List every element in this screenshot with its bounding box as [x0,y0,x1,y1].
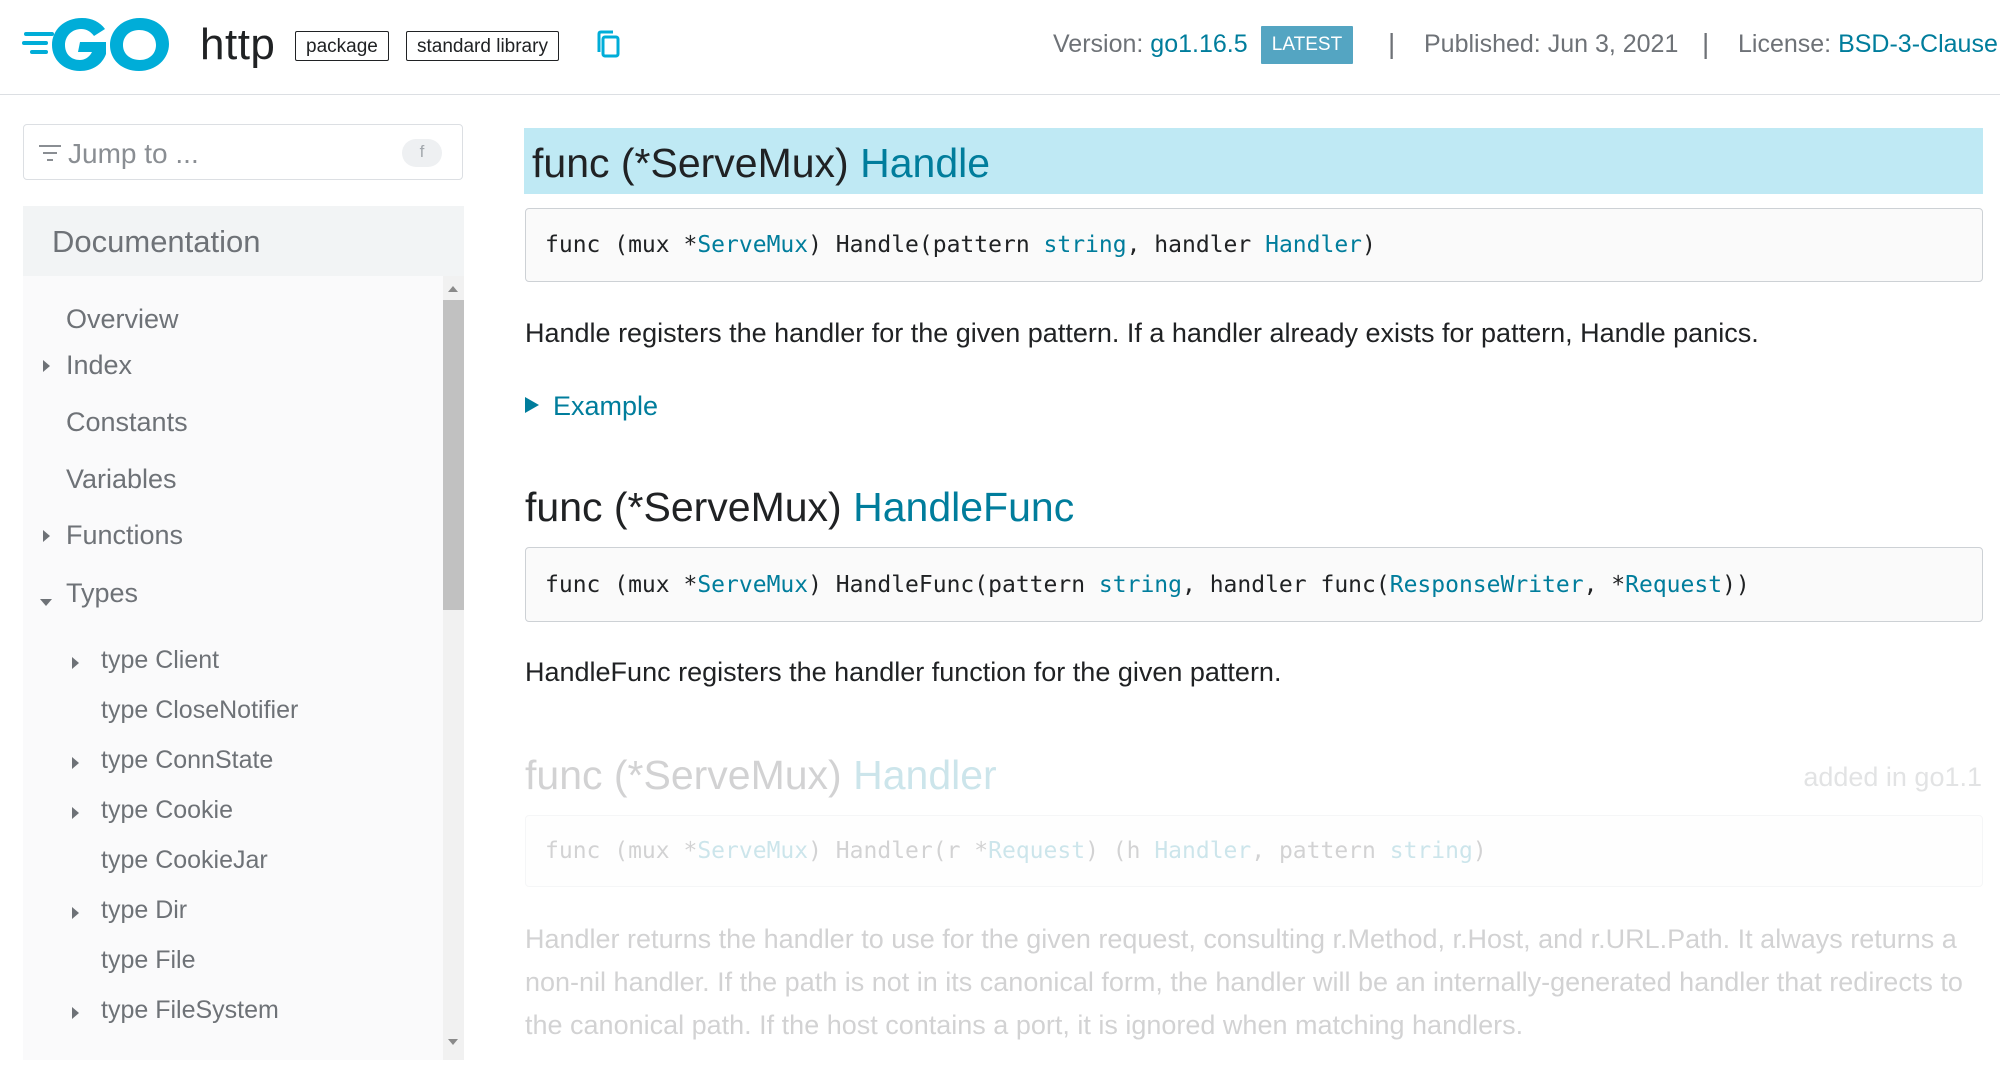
code-text: , * [1583,571,1626,598]
type-link-string[interactable]: string [1044,232,1127,258]
code-text: ) Handle(pattern [808,232,1044,258]
code-text: , pattern [1251,838,1390,864]
type-link-string[interactable]: string [1390,838,1473,864]
sidebar-item-type-client[interactable]: type Client [101,646,219,675]
type-link-handler[interactable]: Handler [1265,232,1362,258]
sidebar-nav: Overview Index Constants Variables Funct… [23,276,443,1060]
sidebar-item-overview[interactable]: Overview [66,304,179,335]
code-text: ) [1472,838,1487,864]
sidebar-item-functions[interactable]: Functions [66,520,183,551]
code-signature-handler: func (mux * ServeMux) Handler(r * Request)… [525,815,1983,887]
jump-to-input[interactable]: Jump to ... f [23,124,463,180]
sidebar-item-type-filesystem[interactable]: type FileSystem [101,996,279,1025]
jump-to-placeholder: Jump to ... [68,138,199,169]
code-text: ) [1362,232,1376,258]
type-link-request[interactable]: Request [988,838,1085,864]
package-chip: package [295,31,389,61]
heading-handler: func (*ServeMux) Handler [525,752,997,799]
heading-prefix: func (*ServeMux) [525,752,842,798]
heading-anchor-link[interactable]: HandleFunc [853,484,1074,530]
version-label: Version: [1053,30,1144,58]
code-text: func (mux * [545,838,698,864]
published-date: Published: Jun 3, 2021 [1424,30,1679,58]
documentation-title: Documentation [52,224,261,259]
standard-library-chip[interactable]: standard library [406,31,559,61]
type-link-servemux[interactable]: ServeMux [697,572,808,598]
separator: | [1388,28,1396,59]
sidebar-item-constants[interactable]: Constants [66,407,188,438]
triangle-right-icon [525,397,539,413]
code-text: func (mux * [545,232,698,258]
type-link-servemux[interactable]: ServeMux [697,232,808,258]
scroll-down-arrow-icon[interactable] [448,1039,458,1045]
heading-handlefunc: func (*ServeMux) HandleFunc [525,484,1074,531]
sidebar-scrollbar-thumb[interactable] [443,300,464,610]
code-text: ) Handler(r * [808,838,989,864]
code-text: )) [1722,571,1750,598]
chevron-right-icon[interactable] [43,530,50,542]
code-text: ) HandleFunc(pattern [808,571,1099,598]
heading-anchor-link[interactable]: Handle [860,140,990,186]
separator: | [1702,28,1710,59]
heading-prefix: func (*ServeMux) [525,484,842,530]
latest-badge: LATEST [1261,26,1353,64]
type-link-request[interactable]: Request [1625,572,1722,598]
example-label: Example [553,391,659,421]
code-text: func (mux * [545,571,698,598]
sidebar-item-type-cookiejar[interactable]: type CookieJar [101,846,268,875]
code-text: , handler func( [1182,571,1390,598]
copy-icon[interactable] [596,30,624,62]
added-in-version: added in go1.1 [1803,762,1982,792]
sidebar-item-type-connstate[interactable]: type ConnState [101,746,273,775]
description-handler: Handler returns the handler to use for t… [525,924,1963,1040]
version-info: Version: go1.16.5 [1053,30,1248,59]
heading-anchor-link[interactable]: Handler [853,752,997,798]
sidebar-item-type-file[interactable]: type File [101,946,195,975]
type-link-string[interactable]: string [1099,572,1182,598]
code-text: ) (h [1085,838,1155,864]
code-signature-handle: func (mux * ServeMux) Handle(pattern stri… [525,208,1983,282]
chevron-right-icon[interactable] [72,757,79,769]
package-name: http [200,20,276,69]
version-link[interactable]: go1.16.5 [1150,30,1247,58]
sidebar-item-type-dir[interactable]: type Dir [101,896,187,925]
license-link[interactable]: BSD-3-Clause [1838,30,1998,58]
sidebar-item-variables[interactable]: Variables [66,464,177,495]
code-text: , handler [1126,232,1266,258]
description-handle: Handle registers the handler for the giv… [525,318,1759,348]
example-toggle[interactable]: Example [525,391,658,422]
keyboard-shortcut-badge: f [402,139,442,167]
filter-icon [39,145,61,161]
chevron-right-icon[interactable] [43,360,50,372]
chevron-right-icon[interactable] [72,657,79,669]
sidebar-item-types[interactable]: Types [66,578,138,609]
type-link-handler[interactable]: Handler [1154,838,1251,864]
go-logo-icon[interactable] [22,14,174,74]
sidebar-item-index[interactable]: Index [66,350,132,381]
license-label: License: [1738,30,1832,58]
page-header: http package standard library Version: g… [0,0,2000,95]
chevron-right-icon[interactable] [72,1007,79,1019]
documentation-heading[interactable]: Documentation [23,206,464,276]
heading-handle: func (*ServeMux) Handle [532,140,990,187]
chevron-right-icon[interactable] [72,807,79,819]
heading-prefix: func (*ServeMux) [532,140,849,186]
license-info: License: BSD-3-Clause [1738,30,1998,59]
sidebar-item-type-closenotifier[interactable]: type CloseNotifier [101,696,298,725]
code-signature-handlefunc: func (mux * ServeMux) HandleFunc(pattern … [525,547,1983,622]
chevron-down-icon[interactable] [40,599,52,606]
chevron-right-icon[interactable] [72,907,79,919]
type-link-servemux[interactable]: ServeMux [697,838,808,864]
sidebar-item-type-cookie[interactable]: type Cookie [101,796,233,825]
scroll-up-arrow-icon[interactable] [448,286,458,292]
type-link-responsewriter[interactable]: ResponseWriter [1390,572,1584,598]
description-handlefunc: HandleFunc registers the handler functio… [525,657,1282,687]
